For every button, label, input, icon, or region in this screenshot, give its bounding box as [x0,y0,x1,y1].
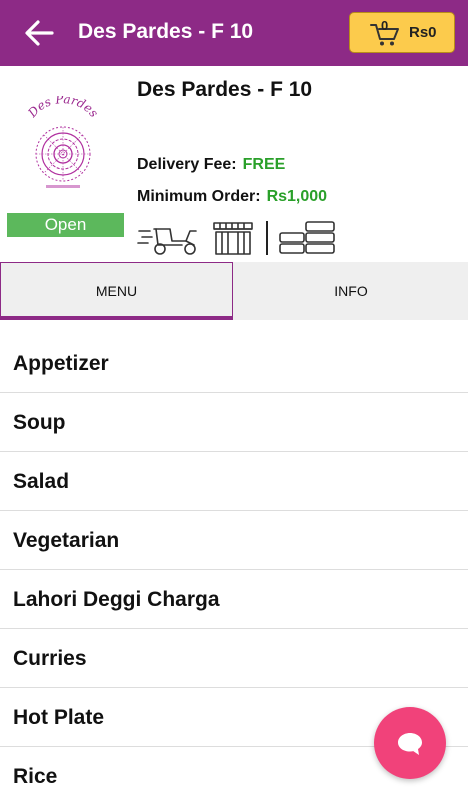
back-button[interactable] [22,17,56,49]
menu-category-item[interactable]: Appetizer [0,334,468,393]
status-badge: Open [7,213,124,237]
cart-count-badge: 0 [381,18,389,33]
minimum-order-label: Minimum Order: [137,188,261,205]
menu-category-item[interactable]: Lahori Deggi Charga [0,570,468,629]
cash-stack-icon [279,221,335,254]
tab-bar: MENU INFO [0,262,468,320]
tab-menu[interactable]: MENU [0,262,233,320]
minimum-order-value: Rs1,000 [266,188,328,205]
page-title: Des Pardes - F 10 [78,20,254,43]
delivery-fee-row: Delivery Fee: FREE [137,156,285,174]
delivery-fee-value: FREE [242,156,286,173]
menu-category-item[interactable]: Salad [0,452,468,511]
delivery-fee-label: Delivery Fee: [137,156,237,173]
chat-bubble-icon [398,733,422,755]
tab-info[interactable]: INFO [234,262,468,320]
delivery-scooter-icon [137,228,197,255]
menu-category-item[interactable]: Vegetarian [0,511,468,570]
menu-category-item[interactable]: Curries [0,629,468,688]
cart-total: Rs0 [409,24,437,41]
restaurant-name: Des Pardes - F 10 [137,78,313,101]
chat-button[interactable] [374,707,446,779]
minimum-order-row: Minimum Order: Rs1,000 [137,188,327,206]
app-bar: Des Pardes - F 10 0 Rs0 [0,0,468,66]
back-arrow-icon [25,20,54,46]
menu-category-item[interactable]: Soup [0,393,468,452]
storefront-icon [213,222,253,255]
restaurant-logo: Des Pardes [18,92,108,196]
svg-text:Des Pardes: Des Pardes [25,96,101,121]
cart-button[interactable]: 0 Rs0 [349,12,455,53]
logo-text: Des Pardes [25,92,101,121]
icon-divider [266,221,268,255]
